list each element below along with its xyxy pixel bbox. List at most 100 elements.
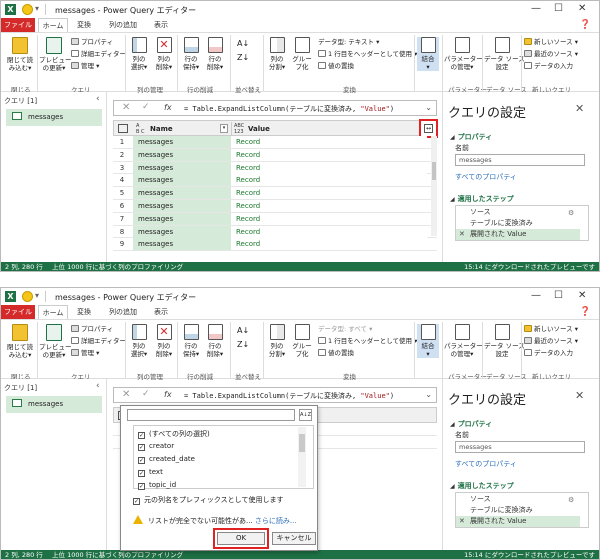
- advanced-editor-button[interactable]: 詳細エディター: [71, 50, 126, 59]
- scroll-thumb[interactable]: [432, 162, 436, 180]
- delete-step-icon[interactable]: ✕: [459, 516, 465, 527]
- expand-formula-icon[interactable]: ⌄: [425, 103, 432, 112]
- enter-data-button[interactable]: データの入力: [524, 349, 573, 358]
- ok-button[interactable]: OK: [217, 532, 265, 545]
- new-source-button[interactable]: 新しいソース ▾: [524, 38, 578, 47]
- scroll-thumb[interactable]: [299, 434, 305, 452]
- tab-transform[interactable]: 変換: [74, 305, 94, 319]
- vertical-scrollbar[interactable]: [431, 136, 437, 236]
- query-item-messages[interactable]: messages: [6, 109, 102, 126]
- group-by-button[interactable]: グルー プ化: [291, 324, 313, 358]
- remove-columns-button[interactable]: ✕ 列の 削除▾: [153, 324, 175, 358]
- formula-text[interactable]: = Table.ExpandListColumn(テーブルに変換済み, "Val…: [184, 391, 394, 401]
- status-profiling[interactable]: 上位 1000 行に基づく列のプロファイリング: [52, 550, 183, 559]
- select-all-checkbox[interactable]: ✓ (すべての列の選択): [138, 429, 210, 439]
- remove-rows-button[interactable]: 行の 削除▾: [204, 37, 226, 71]
- combine-button[interactable]: 結合 ▾: [417, 324, 439, 358]
- column-header-value[interactable]: ABC 123 Value: [232, 122, 428, 136]
- keep-rows-button[interactable]: 行の 保持▾: [180, 324, 202, 358]
- manage-button[interactable]: 管理 ▾: [71, 62, 99, 71]
- smiley-feedback-icon[interactable]: [22, 4, 33, 15]
- column-checkbox-topic-id[interactable]: ✓ topic_id: [138, 481, 176, 490]
- help-icon[interactable]: ❓: [580, 307, 591, 317]
- step-converted-to-table[interactable]: テーブルに変換済み: [456, 218, 580, 229]
- table-menu-icon[interactable]: [118, 124, 128, 133]
- sort-ascending-button[interactable]: A↓: [237, 326, 249, 335]
- formula-bar[interactable]: ✕ ✓ fx = Table.ExpandListColumn(テーブルに変換済…: [113, 387, 437, 403]
- sort-columns-button[interactable]: A↓Z: [299, 409, 312, 421]
- advanced-editor-button[interactable]: 詳細エディター: [71, 337, 126, 346]
- collapse-pane-icon[interactable]: ‹: [96, 381, 100, 391]
- step-source[interactable]: ソース ⚙: [456, 494, 580, 505]
- table-row[interactable]: 5 messages Record: [113, 187, 437, 200]
- preview-refresh-button[interactable]: プレビュー の更新▾: [39, 37, 72, 72]
- tab-add-column[interactable]: 列の追加: [105, 18, 141, 32]
- close-settings-icon[interactable]: ✕: [575, 102, 584, 115]
- expand-formula-icon[interactable]: ⌄: [425, 390, 432, 399]
- group-by-button[interactable]: グルー プ化: [291, 37, 313, 71]
- column-checkbox-created-date[interactable]: ✓ created_date: [138, 455, 195, 464]
- query-name-field[interactable]: messages: [455, 154, 585, 166]
- cancel-button[interactable]: キャンセル: [272, 532, 316, 545]
- new-source-button[interactable]: 新しいソース ▾: [524, 325, 578, 334]
- column-checkbox-creator[interactable]: ✓ creator: [138, 442, 174, 451]
- popup-scrollbar[interactable]: [298, 427, 306, 487]
- data-source-settings-button[interactable]: データ ソース 設定: [484, 324, 525, 358]
- manage-parameters-button[interactable]: パラメーター の管理▾: [444, 324, 483, 358]
- table-row[interactable]: 8 messages Record: [113, 225, 437, 239]
- data-source-settings-button[interactable]: データ ソース 設定: [484, 37, 525, 71]
- column-header-name[interactable]: A B C Name ▾: [134, 122, 232, 136]
- remove-columns-button[interactable]: ✕ 列の 削除▾: [153, 37, 175, 71]
- split-column-button[interactable]: 列の 分割▾: [266, 324, 288, 358]
- choose-columns-button[interactable]: 列の 選択▾: [128, 324, 150, 358]
- tab-view[interactable]: 表示: [151, 18, 171, 32]
- quick-access-dropdown-icon[interactable]: ▾: [35, 4, 39, 13]
- close-apply-button[interactable]: 閉じて読 み込む▾: [5, 324, 35, 359]
- minimize-icon[interactable]: —: [531, 3, 541, 14]
- column-search-input[interactable]: [127, 409, 295, 421]
- recent-sources-button[interactable]: 最近のソース ▾: [524, 50, 578, 59]
- cancel-formula-icon[interactable]: ✕: [122, 389, 130, 400]
- quick-access-dropdown-icon[interactable]: ▾: [35, 291, 39, 300]
- close-settings-icon[interactable]: ✕: [575, 389, 584, 402]
- manage-button[interactable]: 管理 ▾: [71, 349, 99, 358]
- properties-button[interactable]: プロパティ: [71, 38, 113, 47]
- tab-home[interactable]: ホーム: [38, 305, 68, 319]
- combine-button[interactable]: 結合 ▾: [417, 37, 439, 71]
- step-source[interactable]: ソース ⚙: [456, 207, 580, 218]
- tab-add-column[interactable]: 列の追加: [105, 305, 141, 319]
- close-window-icon[interactable]: ✕: [578, 3, 586, 14]
- table-row[interactable]: 1 messages Record: [113, 136, 437, 149]
- sort-ascending-button[interactable]: A↓: [237, 39, 249, 48]
- tab-file[interactable]: ファイル: [1, 305, 35, 319]
- query-item-messages[interactable]: messages: [6, 396, 102, 413]
- table-row[interactable]: 9 messages Record: [113, 238, 437, 252]
- replace-values-button[interactable]: 値の置換: [318, 62, 354, 71]
- close-window-icon[interactable]: ✕: [578, 290, 586, 301]
- data-type-dropdown[interactable]: データ型: テキスト ▾: [318, 38, 379, 47]
- all-properties-link[interactable]: すべてのプロパティ: [455, 172, 517, 182]
- delete-step-icon[interactable]: ✕: [459, 229, 465, 240]
- step-expanded-value[interactable]: ✕ 展開された Value: [456, 229, 580, 240]
- tab-transform[interactable]: 変換: [74, 18, 94, 32]
- tab-view[interactable]: 表示: [151, 305, 171, 319]
- formula-text[interactable]: = Table.ExpandListColumn(テーブルに変換済み, "Val…: [184, 104, 394, 114]
- minimize-icon[interactable]: —: [531, 290, 541, 301]
- confirm-formula-icon[interactable]: ✓: [142, 102, 150, 112]
- first-row-header-button[interactable]: 1 行目をヘッダーとして使用 ▾: [318, 50, 417, 59]
- applied-steps-section[interactable]: ◢ 適用したステップ: [450, 481, 514, 491]
- maximize-icon[interactable]: ☐: [554, 290, 563, 301]
- properties-section[interactable]: ◢ プロパティ: [450, 132, 492, 142]
- filter-dropdown-icon[interactable]: ▾: [220, 124, 228, 133]
- tab-file[interactable]: ファイル: [1, 18, 35, 32]
- manage-parameters-button[interactable]: パラメーター の管理▾: [444, 37, 483, 71]
- table-row[interactable]: 2 messages Record: [113, 148, 437, 162]
- replace-values-button[interactable]: 値の置換: [318, 349, 354, 358]
- sort-descending-button[interactable]: Z↓: [237, 53, 249, 62]
- column-checkbox-text[interactable]: ✓ text: [138, 468, 163, 477]
- maximize-icon[interactable]: ☐: [554, 3, 563, 14]
- table-row[interactable]: 6 messages Record: [113, 200, 437, 213]
- step-expanded-value[interactable]: ✕ 展開された Value: [456, 516, 580, 527]
- properties-button[interactable]: プロパティ: [71, 325, 113, 334]
- step-converted-to-table[interactable]: テーブルに変換済み: [456, 505, 580, 516]
